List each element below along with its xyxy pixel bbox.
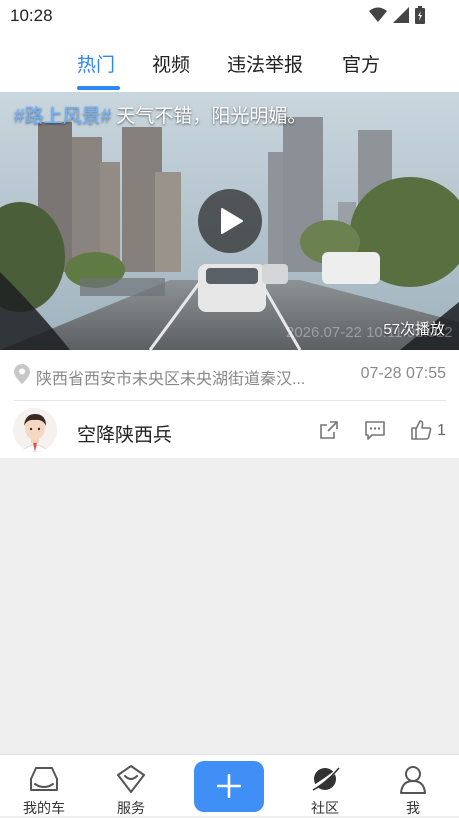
avatar[interactable]: [13, 408, 57, 452]
location-address: 陕西省西安市未央区未央湖街道秦汉...: [36, 371, 306, 388]
author-name[interactable]: 空降陕西兵: [77, 420, 172, 447]
play-count: 57次播放: [383, 321, 445, 338]
nav-community[interactable]: 社区: [290, 755, 360, 817]
category-tabs: 热门 视频 违法举报 官方: [0, 32, 459, 92]
signal-icon: [393, 7, 409, 23]
location-pin-icon: [14, 364, 30, 384]
service-icon: [117, 765, 145, 793]
nav-me-label: 我: [406, 800, 420, 816]
bottom-nav: 我的车 服务 社区 我: [0, 754, 459, 816]
comment-icon[interactable]: [364, 419, 386, 441]
tab-official[interactable]: 官方: [342, 50, 380, 77]
nav-service[interactable]: 服务: [96, 755, 166, 817]
status-icons: [369, 6, 425, 24]
status-bar: 10:28: [0, 0, 459, 32]
play-icon: [221, 208, 243, 234]
nav-my-car[interactable]: 我的车: [9, 755, 79, 817]
post-hashtag[interactable]: #路上风景#: [14, 106, 111, 127]
post-card: #路上风景# 天气不错，阳光明媚。 2026.07-22 10:11:01.91…: [0, 92, 459, 458]
author-row: 空降陕西兵 1: [0, 408, 459, 458]
battery-icon: [415, 6, 425, 24]
post-caption: #路上风景# 天气不错，阳光明媚。: [14, 101, 306, 128]
post-date: 07-28 07:55: [360, 365, 446, 382]
user-avatar-icon: [13, 408, 57, 452]
add-post-button[interactable]: [194, 761, 264, 812]
nav-me[interactable]: 我: [378, 755, 448, 817]
car-icon: [30, 767, 58, 791]
active-tab-indicator: [77, 86, 120, 90]
play-button[interactable]: [198, 189, 262, 253]
status-time: 10:28: [10, 6, 53, 25]
tab-hot[interactable]: 热门: [77, 50, 115, 77]
post-caption-text: 天气不错，阳光明媚。: [111, 106, 307, 127]
plus-icon: [217, 774, 241, 798]
wifi-icon: [369, 7, 387, 22]
nav-my-car-label: 我的车: [23, 800, 65, 816]
like-icon[interactable]: [410, 419, 432, 441]
like-count: 1: [437, 422, 446, 439]
planet-icon: [311, 767, 340, 791]
tab-video[interactable]: 视频: [152, 50, 190, 77]
video-thumbnail[interactable]: #路上风景# 天气不错，阳光明媚。 2026.07-22 10:11:01.91…: [0, 92, 459, 350]
location-row: 陕西省西安市未央区未央湖街道秦汉... 07-28 07:55: [14, 362, 446, 388]
person-icon: [400, 766, 426, 794]
nav-community-label: 社区: [311, 800, 339, 816]
tab-violation-report[interactable]: 违法举报: [227, 50, 303, 77]
share-icon[interactable]: [318, 419, 340, 441]
nav-service-label: 服务: [117, 800, 145, 816]
divider: [14, 400, 446, 401]
